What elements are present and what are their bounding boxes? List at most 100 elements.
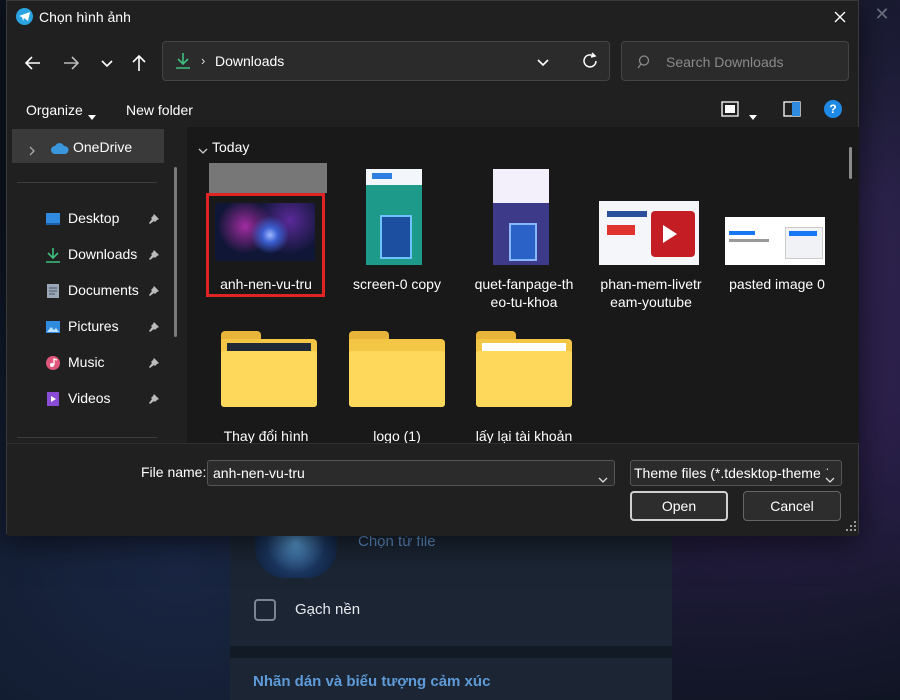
sidebar-item-label: Music	[68, 354, 105, 370]
image-thumbnail	[599, 201, 699, 265]
cancel-button[interactable]: Cancel	[743, 491, 841, 521]
folder-icon	[349, 331, 445, 407]
file-name-label: File name:	[141, 464, 207, 480]
help-icon[interactable]: ?	[824, 100, 842, 118]
navigation-pane: OneDrive Desktop Downloads Documents Pic…	[7, 127, 187, 443]
pin-icon[interactable]	[148, 392, 160, 408]
pictures-icon	[45, 319, 61, 335]
group-collapse-chevron-icon[interactable]	[198, 142, 208, 158]
file-item-screen-0-copy[interactable]: screen-0 copy	[335, 167, 459, 307]
pin-icon[interactable]	[148, 320, 160, 336]
image-thumbnail	[725, 217, 825, 265]
stickers-section-title: Nhãn dán và biểu tượng cảm xúc	[253, 673, 491, 690]
music-icon	[45, 355, 61, 371]
file-open-dialog: Chọn hình ảnh › Downloads Search Downloa…	[6, 0, 859, 536]
folder-item-logo-1[interactable]: logo (1)	[335, 325, 459, 445]
sidebar-item-desktop[interactable]: Desktop	[7, 202, 177, 236]
open-button[interactable]: Open	[630, 491, 728, 521]
file-list-scrollbar[interactable]	[849, 147, 852, 179]
videos-icon	[45, 391, 61, 407]
recent-locations-chevron-down-icon[interactable]	[95, 51, 119, 75]
pin-icon[interactable]	[148, 284, 160, 300]
search-icon	[637, 54, 653, 73]
up-arrow-icon[interactable]	[127, 51, 151, 75]
folder-icon	[221, 331, 317, 407]
file-type-chevron-down-icon[interactable]	[825, 470, 835, 485]
address-history-chevron-down-icon[interactable]	[536, 55, 550, 71]
resize-grip-icon[interactable]	[846, 518, 856, 534]
image-thumbnail	[366, 169, 422, 265]
folder-icon	[476, 331, 572, 407]
sidebar-item-onedrive[interactable]: OneDrive	[12, 129, 164, 163]
sidebar-item-label: Documents	[68, 282, 139, 298]
tile-background-label: Gạch nền	[295, 601, 361, 618]
sidebar-item-label: OneDrive	[73, 139, 133, 155]
search-input[interactable]: Search Downloads	[666, 54, 784, 70]
selection-highlight	[209, 163, 327, 193]
file-name-line-2: eam-youtube	[610, 294, 692, 310]
download-icon	[45, 247, 61, 263]
sidebar-item-label: Downloads	[68, 246, 138, 262]
expand-chevron-icon[interactable]	[29, 143, 35, 159]
pin-icon[interactable]	[148, 248, 160, 264]
sidebar-divider	[17, 437, 157, 438]
sidebar-scrollbar[interactable]	[174, 167, 177, 337]
dialog-title: Chọn hình ảnh	[39, 9, 131, 25]
file-name-chevron-down-icon[interactable]	[598, 470, 608, 486]
new-folder-button[interactable]: New folder	[126, 102, 193, 118]
back-arrow-icon[interactable]	[21, 51, 45, 75]
title-bar: Chọn hình ảnh	[7, 1, 858, 33]
organize-menu-button[interactable]: Organize	[26, 102, 83, 118]
document-icon	[45, 283, 61, 299]
image-thumbnail	[215, 203, 315, 261]
file-name-value[interactable]: anh-nen-vu-tru	[213, 465, 305, 481]
file-name: anh-nen-vu-tru	[220, 276, 312, 292]
sidebar-item-pictures[interactable]: Pictures	[7, 310, 177, 344]
section-divider	[230, 646, 672, 658]
view-mode-caret-icon[interactable]	[749, 107, 757, 123]
forward-arrow-icon[interactable]	[59, 51, 83, 75]
preview-pane-icon[interactable]	[783, 101, 801, 120]
desktop-icon	[45, 211, 61, 227]
file-name-line-1: quet-fanpage-th	[474, 276, 574, 292]
close-icon[interactable]	[830, 7, 850, 27]
pin-icon[interactable]	[148, 356, 160, 372]
file-item-anh-nen-vu-tru[interactable]: anh-nen-vu-tru	[204, 193, 328, 313]
group-header-today[interactable]: Today	[212, 139, 249, 155]
file-name-line-2: eo-tu-khoa	[490, 294, 558, 310]
sidebar-item-videos[interactable]: Videos	[7, 382, 177, 416]
file-name: screen-0 copy	[353, 276, 441, 292]
background-close-icon[interactable]: ✕	[870, 4, 894, 24]
sidebar-divider	[17, 182, 157, 183]
file-name-field[interactable]: anh-nen-vu-tru	[207, 460, 615, 486]
sidebar-item-downloads[interactable]: Downloads	[7, 238, 177, 272]
sidebar-item-label: Desktop	[68, 210, 120, 226]
organize-caret-icon[interactable]	[88, 107, 96, 123]
file-type-select[interactable]: Theme files (*.tdesktop-theme *	[630, 460, 842, 486]
file-name-line-1: phan-mem-livetr	[600, 276, 702, 292]
image-thumbnail	[493, 169, 549, 265]
file-type-value: Theme files (*.tdesktop-theme *	[634, 465, 831, 481]
address-bar[interactable]: › Downloads	[162, 41, 610, 81]
file-list: Today anh-nen-vu-tru screen-0 copy quet-…	[187, 127, 859, 445]
telegram-icon	[16, 8, 33, 25]
file-item-phan-mem-livetream-youtube[interactable]: phan-mem-livetr eam-youtube	[589, 167, 713, 317]
breadcrumb-chevron-icon: ›	[201, 53, 206, 68]
onedrive-cloud-icon	[50, 142, 70, 158]
file-item-pasted-image-0[interactable]: pasted image 0	[715, 167, 839, 307]
folder-item-thay-doi-hinh[interactable]: Thay đổi hình	[204, 325, 328, 445]
sidebar-item-label: Videos	[68, 390, 111, 406]
folder-item-lay-lai-tai-khoan[interactable]: lấy lại tài khoản	[462, 325, 586, 445]
sidebar-item-documents[interactable]: Documents	[7, 274, 177, 308]
view-mode-icon[interactable]	[721, 101, 739, 120]
breadcrumb-current[interactable]: Downloads	[215, 53, 284, 69]
pin-icon[interactable]	[148, 212, 160, 228]
tile-background-checkbox[interactable]	[254, 599, 276, 621]
refresh-icon[interactable]	[580, 51, 600, 74]
sidebar-item-label: Pictures	[68, 318, 119, 334]
navigation-bar: › Downloads Search Downloads	[7, 41, 858, 85]
sidebar-item-music[interactable]: Music	[7, 346, 177, 380]
search-box[interactable]: Search Downloads	[621, 41, 849, 81]
dialog-footer: File name: anh-nen-vu-tru Theme files (*…	[7, 443, 858, 536]
file-item-quet-fanpage-theo-tu-khoa[interactable]: quet-fanpage-th eo-tu-khoa	[462, 167, 586, 317]
